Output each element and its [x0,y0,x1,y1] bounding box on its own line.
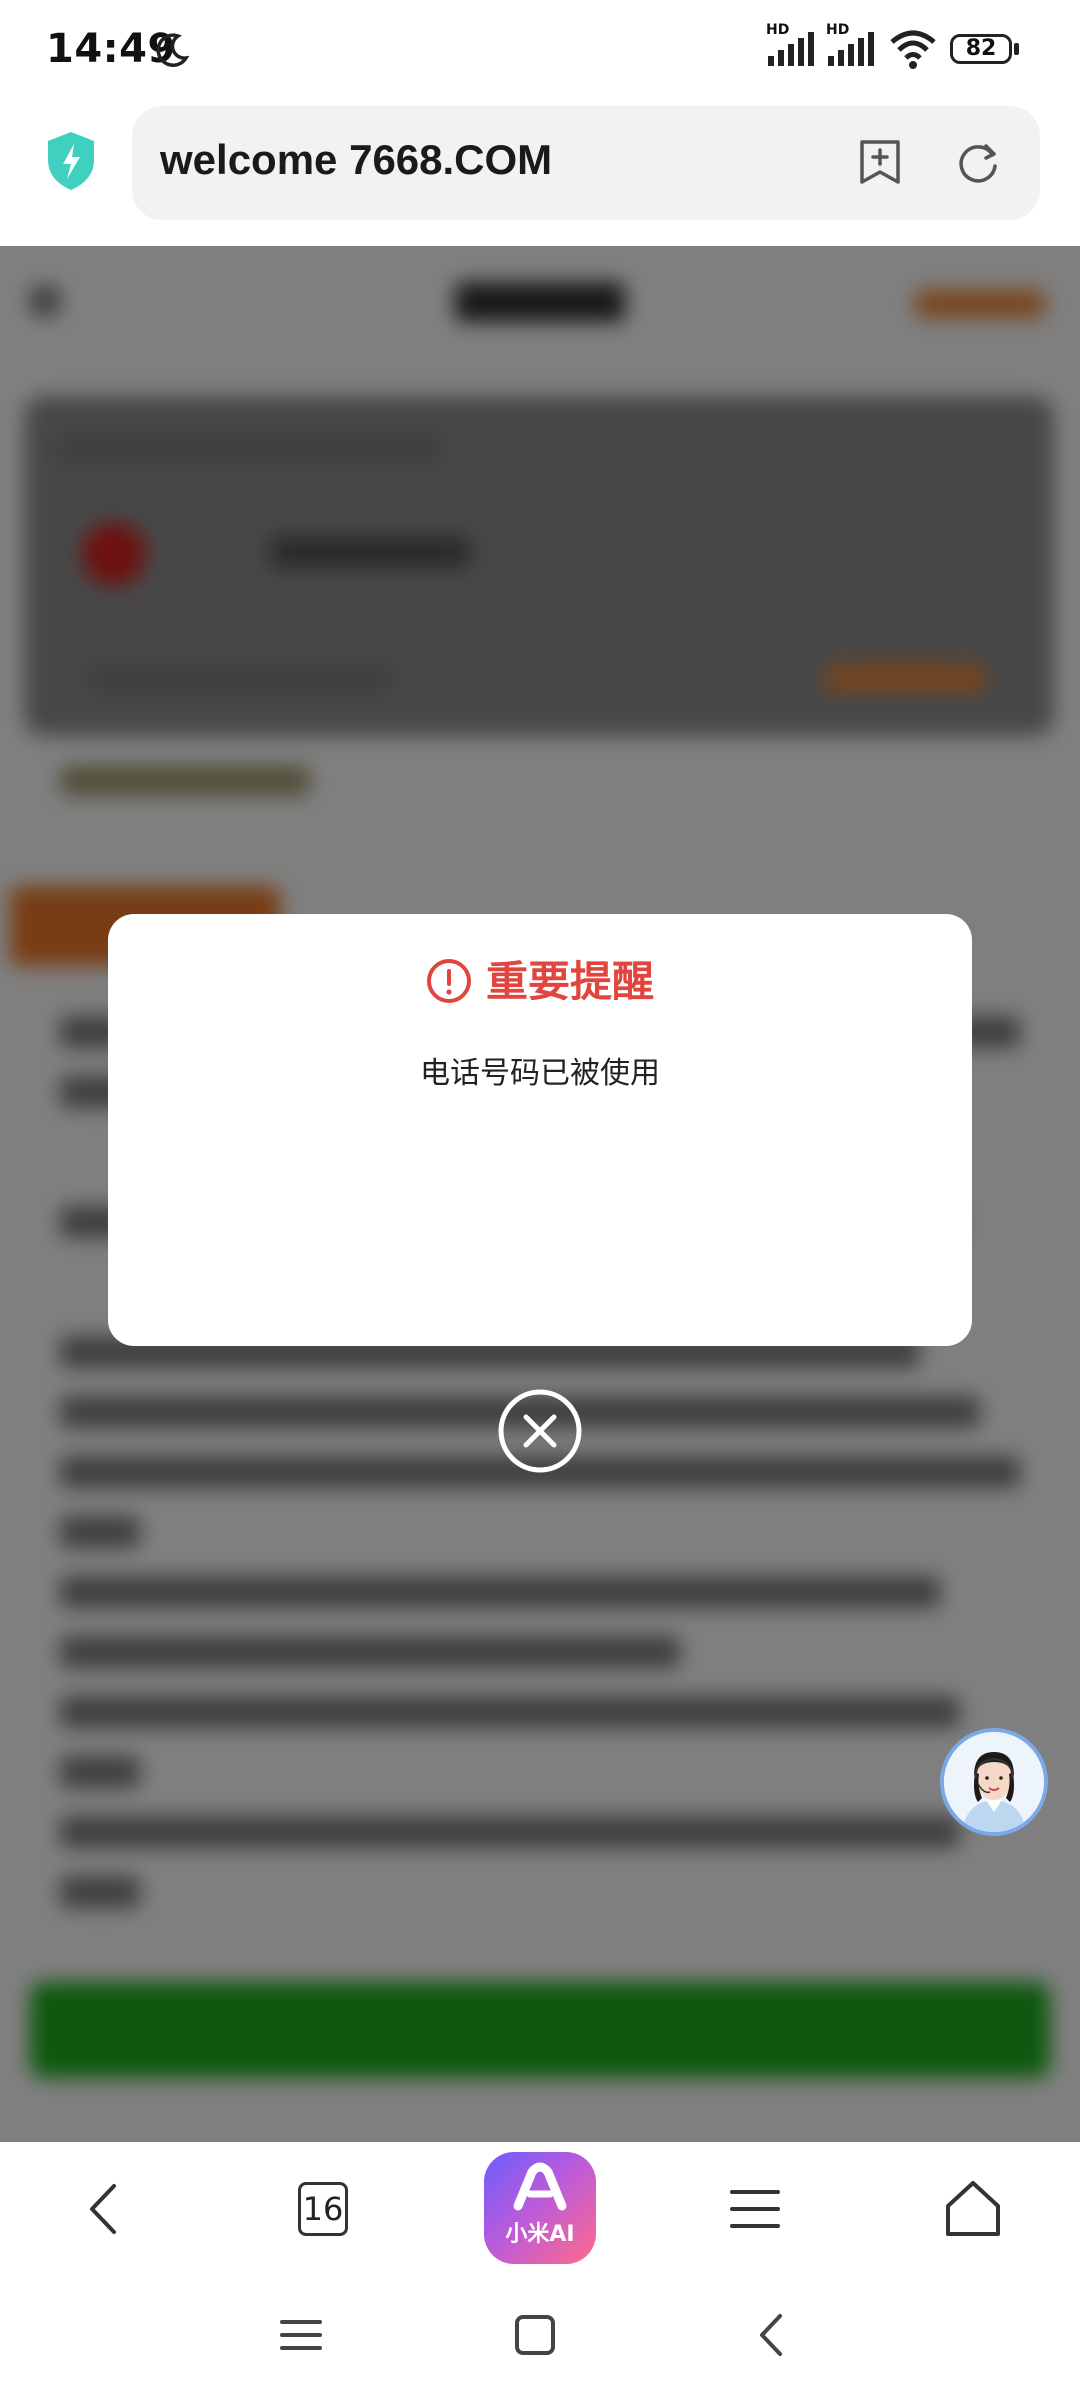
system-navigation-bar [0,2274,1080,2400]
back-icon[interactable] [70,2174,140,2244]
dialog-title-text: 重要提醒 [485,957,654,1006]
url-field[interactable]: welcome 7668.COM [132,106,1040,220]
battery-tip [1014,43,1019,55]
browser-bottom-toolbar: 16 小米AI [0,2142,1080,2274]
battery-indicator: 82 [950,34,1012,64]
system-home-icon[interactable] [500,2300,570,2370]
exclamation-circle-icon [426,959,471,1003]
refresh-icon[interactable] [952,136,1004,188]
status-bar: 14:49 HD HD 82 [0,0,1080,100]
bookmark-add-icon[interactable] [854,136,906,188]
ai-logo-icon [513,2162,567,2211]
alert-dialog: 重要提醒 电话号码已被使用 [108,914,972,1346]
signal-icon: HD [826,22,876,70]
wifi-icon [890,30,936,69]
menu-icon[interactable] [720,2174,790,2244]
moon-icon [156,33,190,67]
system-back-icon[interactable] [736,2300,806,2370]
ai-label: 小米AI [505,2222,575,2247]
shield-icon[interactable] [44,130,98,192]
home-icon[interactable] [938,2174,1008,2244]
url-text: welcome 7668.COM [160,136,553,183]
dialog-title: 重要提醒 [108,948,972,1009]
close-dialog-button[interactable] [497,1388,583,1474]
xiaomi-ai-button[interactable]: 小米AI [484,2152,596,2264]
dialog-message: 电话号码已被使用 [420,1056,660,1091]
agent-avatar-icon [944,1732,1044,1832]
signal-icon: HD [766,22,816,70]
recent-apps-icon[interactable] [266,2300,336,2370]
tabs-button[interactable]: 16 [298,2182,348,2236]
customer-service-avatar[interactable] [940,1728,1048,1836]
